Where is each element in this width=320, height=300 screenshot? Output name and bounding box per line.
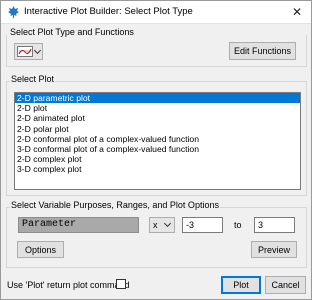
variable-dropdown[interactable]: x xyxy=(149,217,175,233)
list-item[interactable]: 3-D complex plot xyxy=(15,164,300,174)
list-item[interactable]: 2-D parametric plot xyxy=(15,93,300,104)
ranges-group-label: Select Variable Purposes, Ranges, and Pl… xyxy=(10,200,220,210)
plot-type-graph-icon xyxy=(17,46,33,57)
range-to-label: to xyxy=(234,220,242,230)
list-item[interactable]: 2-D polar plot xyxy=(15,124,300,134)
edit-functions-button[interactable]: Edit Functions xyxy=(229,42,296,60)
plot-type-group-label: Select Plot Type and Functions xyxy=(10,27,134,37)
range-from-input[interactable]: -3 xyxy=(182,217,223,233)
chevron-down-icon xyxy=(163,219,172,228)
close-button[interactable]: ✕ xyxy=(283,1,311,23)
plot-button[interactable]: Plot xyxy=(221,276,261,294)
variable-purpose-field[interactable]: Parameter xyxy=(18,217,139,233)
list-item[interactable]: 2-D animated plot xyxy=(15,113,300,123)
window-title: Interactive Plot Builder: Select Plot Ty… xyxy=(24,6,193,17)
plot-builder-dialog: Interactive Plot Builder: Select Plot Ty… xyxy=(0,0,312,300)
cancel-button[interactable]: Cancel xyxy=(265,276,306,294)
maple-leaf-icon xyxy=(8,6,19,18)
options-button[interactable]: Options xyxy=(17,241,64,258)
plot-type-dropdown[interactable] xyxy=(14,43,43,60)
close-icon: ✕ xyxy=(291,5,303,19)
list-item[interactable]: 2-D complex plot xyxy=(15,154,300,164)
range-to-input[interactable]: 3 xyxy=(254,217,295,233)
preview-button[interactable]: Preview xyxy=(251,241,297,258)
plot-list[interactable]: 2-D parametric plot 2-D plot 2-D animate… xyxy=(14,92,301,190)
select-plot-group-label: Select Plot xyxy=(10,74,56,84)
list-item[interactable]: 2-D plot xyxy=(15,103,300,113)
return-command-label: Use 'Plot' return plot command xyxy=(7,280,130,290)
return-command-checkbox[interactable] xyxy=(116,279,126,289)
variable-value: x xyxy=(153,220,158,230)
list-item[interactable]: 3-D conformal plot of a complex-valued f… xyxy=(15,144,300,154)
chevron-down-icon xyxy=(33,46,42,55)
list-item[interactable]: 2-D conformal plot of a complex-valued f… xyxy=(15,134,300,144)
title-bar: Interactive Plot Builder: Select Plot Ty… xyxy=(1,1,311,24)
